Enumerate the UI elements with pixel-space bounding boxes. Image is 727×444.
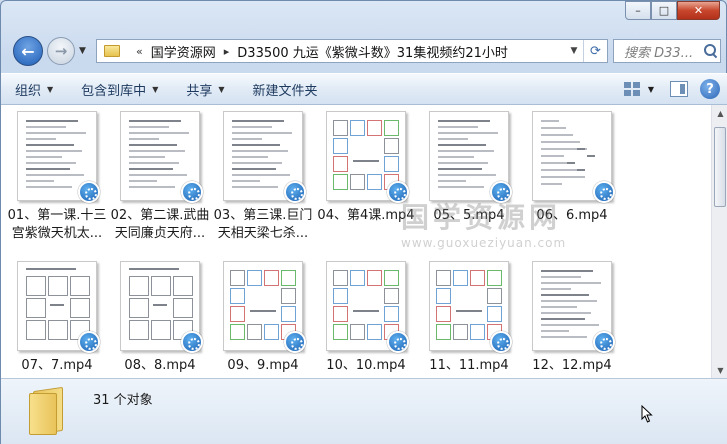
file-item[interactable]: 12、12.mp4 — [522, 255, 622, 378]
search-icon[interactable] — [704, 44, 718, 58]
file-name: 11、11.mp4 — [429, 358, 509, 373]
file-name: 07、7.mp4 — [21, 358, 93, 373]
media-player-icon — [284, 331, 306, 353]
address-bar[interactable]: « 国学资源网 ▸ D33500 九运《紫微斗数》31集视频约21小时 ▼ ⟳ — [96, 39, 608, 63]
breadcrumb-overflow[interactable]: « — [136, 45, 143, 58]
maximize-button[interactable]: □ — [651, 1, 677, 20]
file-name: 01、第一课.十三宫紫微天机太... — [7, 208, 107, 241]
file-item[interactable]: 02、第二课.武曲天同廉贞天府... — [110, 105, 210, 250]
new-folder-button[interactable]: 新建文件夹 — [253, 80, 318, 99]
media-player-icon — [181, 331, 203, 353]
include-library-label: 包含到库中 — [81, 83, 147, 99]
include-in-library-menu[interactable]: 包含到库中 ▼ — [81, 80, 158, 99]
file-name: 12、12.mp4 — [532, 358, 612, 373]
help-icon[interactable]: ? — [700, 79, 720, 99]
file-item[interactable]: 09、9.mp4 — [213, 255, 313, 378]
breadcrumb-item-root[interactable]: 国学资源网 — [151, 42, 216, 61]
vertical-scrollbar[interactable]: ▲ ▼ — [711, 105, 727, 378]
refresh-icon[interactable]: ⟳ — [583, 40, 607, 62]
organize-menu[interactable]: 组织 ▼ — [15, 80, 53, 99]
explorer-window: – □ ✕ ← → ▼ « 国学资源网 ▸ D33500 九运《紫微斗数》31集… — [0, 0, 727, 444]
organize-label: 组织 — [15, 83, 42, 99]
chevron-down-icon: ▼ — [152, 84, 159, 94]
file-name: 03、第三课.巨门天相天梁七杀... — [213, 208, 313, 241]
file-item[interactable]: 03、第三课.巨门天相天梁七杀... — [213, 105, 313, 250]
scroll-up-icon[interactable]: ▲ — [713, 105, 727, 121]
file-name: 02、第二课.武曲天同廉贞天府... — [110, 208, 210, 241]
chevron-right-icon[interactable]: ▸ — [224, 45, 230, 58]
scrollbar-thumb[interactable] — [714, 127, 726, 207]
change-view-icon[interactable] — [623, 82, 640, 96]
scroll-down-icon[interactable]: ▼ — [713, 362, 727, 378]
search-placeholder: 搜索 D33... — [624, 45, 694, 61]
file-item[interactable]: 08、8.mp4 — [110, 255, 210, 378]
file-item[interactable]: 01、第一课.十三宫紫微天机太... — [7, 105, 107, 250]
recent-pages-dropdown[interactable]: ▼ — [79, 46, 86, 56]
file-name: 09、9.mp4 — [227, 358, 299, 373]
file-item[interactable]: 07、7.mp4 — [7, 255, 107, 378]
back-button[interactable]: ← — [13, 36, 43, 66]
folder-icon — [104, 45, 120, 57]
watermark: 国学资源网 www.guoxueziyuan.com — [401, 196, 567, 250]
media-player-icon — [387, 331, 409, 353]
media-player-icon — [593, 181, 615, 203]
share-menu[interactable]: 共享 ▼ — [186, 80, 224, 99]
file-item[interactable]: 11、11.mp4 — [419, 255, 519, 378]
watermark-title: 国学资源网 — [401, 201, 562, 234]
details-pane: 31 个对象 — [1, 378, 727, 444]
file-list-pane: 01、第一课.十三宫紫微天机太... 02、第二课.武曲天同廉贞天府... 03、第… — [1, 105, 727, 378]
caption-buttons: – □ ✕ — [625, 1, 720, 20]
search-input[interactable]: 搜索 D33... — [613, 39, 721, 63]
view-options-dropdown[interactable]: ▼ — [648, 85, 654, 94]
media-player-icon — [490, 331, 512, 353]
media-player-icon — [78, 331, 100, 353]
command-bar: 组织 ▼ 包含到库中 ▼ 共享 ▼ 新建文件夹 ▼ ? — [1, 73, 727, 105]
close-button[interactable]: ✕ — [677, 1, 720, 20]
file-name: 10、10.mp4 — [326, 358, 406, 373]
navigation-bar: ← → ▼ « 国学资源网 ▸ D33500 九运《紫微斗数》31集视频约21小… — [1, 33, 727, 67]
folder-icon — [29, 385, 65, 436]
new-folder-label: 新建文件夹 — [252, 83, 318, 99]
media-player-icon — [78, 181, 100, 203]
media-player-icon — [284, 181, 306, 203]
watermark-url: www.guoxueziyuan.com — [401, 236, 567, 250]
share-label: 共享 — [186, 83, 213, 99]
minimize-button[interactable]: – — [625, 1, 651, 20]
address-dropdown[interactable]: ▼ — [565, 46, 583, 56]
file-name: 08、8.mp4 — [124, 358, 196, 373]
item-count: 31 个对象 — [93, 393, 153, 408]
chevron-down-icon: ▼ — [218, 84, 225, 94]
forward-button[interactable]: → — [47, 37, 75, 65]
media-player-icon — [593, 331, 615, 353]
chevron-down-icon: ▼ — [47, 84, 54, 94]
mouse-cursor-icon — [641, 405, 653, 423]
media-player-icon — [181, 181, 203, 203]
file-item[interactable]: 10、10.mp4 — [316, 255, 416, 378]
preview-pane-icon[interactable] — [670, 81, 688, 97]
breadcrumb-item-current[interactable]: D33500 九运《紫微斗数》31集视频约21小时 — [237, 42, 508, 61]
